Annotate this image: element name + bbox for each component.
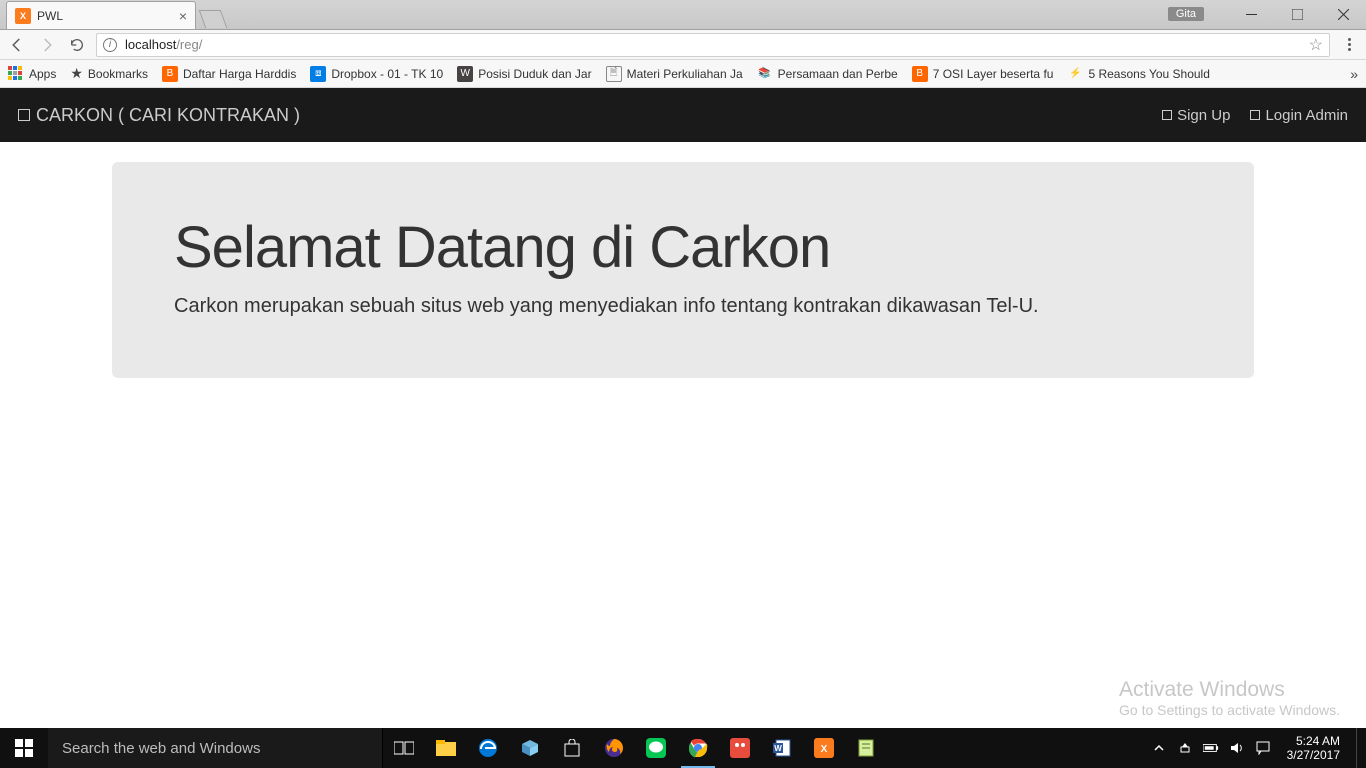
app-icon-cube[interactable] — [509, 728, 551, 768]
login-icon — [1250, 110, 1260, 120]
browser-toolbar: i localhost/reg/ ☆ — [0, 30, 1366, 60]
task-view-button[interactable] — [383, 728, 425, 768]
chrome-menu-button[interactable] — [1338, 38, 1360, 51]
reload-button[interactable] — [66, 34, 88, 56]
apps-icon — [8, 66, 24, 82]
book-icon: 📚 — [757, 66, 773, 82]
hero-subtitle: Carkon merupakan sebuah situs web yang m… — [174, 295, 1192, 318]
close-window-button[interactable] — [1320, 0, 1366, 28]
apps-label: Apps — [29, 67, 56, 81]
brand-icon — [18, 109, 30, 121]
word-icon[interactable]: W — [761, 728, 803, 768]
bookmark-item[interactable]: B Daftar Harga Harddis — [162, 66, 296, 82]
bookmarks-overflow-button[interactable]: » — [1350, 66, 1358, 82]
wordpress-icon: W — [457, 66, 473, 82]
bookmark-item[interactable]: ⧈ Dropbox - 01 - TK 10 — [310, 66, 443, 82]
bookmark-item[interactable]: B 7 OSI Layer beserta fu — [912, 66, 1054, 82]
clock-date: 3/27/2017 — [1287, 748, 1340, 762]
firefox-icon[interactable] — [593, 728, 635, 768]
maximize-button[interactable] — [1274, 0, 1320, 28]
line-icon[interactable] — [635, 728, 677, 768]
bookmark-label: Persamaan dan Perbe — [778, 67, 898, 81]
bookmark-label: Dropbox - 01 - TK 10 — [331, 67, 443, 81]
nav-link-label: Sign Up — [1177, 107, 1230, 124]
address-bar[interactable]: i localhost/reg/ ☆ — [96, 33, 1330, 57]
star-icon: ★ — [70, 65, 83, 82]
notepadpp-icon[interactable] — [845, 728, 887, 768]
svg-text:W: W — [774, 744, 782, 753]
watermark-sub: Go to Settings to activate Windows. — [1119, 702, 1340, 718]
signup-icon — [1162, 110, 1172, 120]
brand-link[interactable]: CARKON ( CARI KONTRAKAN ) — [18, 105, 300, 126]
xampp-icon[interactable]: X — [803, 728, 845, 768]
url-path: /reg/ — [176, 37, 202, 52]
file-explorer-icon[interactable] — [425, 728, 467, 768]
window-controls: Gita — [1168, 0, 1366, 28]
browser-tab[interactable]: PWL × — [6, 1, 196, 29]
minimize-button[interactable] — [1228, 0, 1274, 28]
file-icon: 🗎 — [606, 66, 622, 82]
blogger-icon: B — [912, 66, 928, 82]
close-tab-icon[interactable]: × — [179, 8, 187, 24]
apps-button[interactable]: Apps — [8, 66, 56, 82]
xampp-favicon — [15, 8, 31, 24]
bookmark-label: Materi Perkuliahan Ja — [627, 67, 743, 81]
browser-tab-bar: PWL × Gita — [0, 0, 1366, 30]
bookmark-item[interactable]: ⚡ 5 Reasons You Should — [1067, 66, 1209, 82]
chrome-user-badge[interactable]: Gita — [1168, 7, 1204, 21]
action-center-icon[interactable] — [1255, 740, 1271, 756]
hero-title: Selamat Datang di Carkon — [174, 214, 1192, 281]
search-placeholder: Search the web and Windows — [62, 740, 260, 757]
system-tray: 5:24 AM 3/27/2017 — [1151, 728, 1366, 768]
hero-jumbotron: Selamat Datang di Carkon Carkon merupaka… — [112, 162, 1254, 378]
taskbar-search[interactable]: Search the web and Windows — [48, 728, 383, 768]
bookmark-label: Bookmarks — [88, 67, 148, 81]
watermark-title: Activate Windows — [1119, 678, 1340, 702]
forward-button[interactable] — [36, 34, 58, 56]
dropbox-icon: ⧈ — [310, 66, 326, 82]
taskbar-apps: W X — [383, 728, 887, 768]
windows-taskbar: Search the web and Windows W X 5:24 AM 3… — [0, 728, 1366, 768]
blogger-icon: B — [162, 66, 178, 82]
start-button[interactable] — [0, 728, 48, 768]
site-info-icon[interactable]: i — [103, 38, 117, 52]
taskbar-clock[interactable]: 5:24 AM 3/27/2017 — [1281, 734, 1346, 763]
bookmark-label: 5 Reasons You Should — [1088, 67, 1209, 81]
store-icon[interactable] — [551, 728, 593, 768]
login-admin-link[interactable]: Login Admin — [1250, 107, 1348, 124]
tray-overflow-icon[interactable] — [1151, 740, 1167, 756]
site-navbar: CARKON ( CARI KONTRAKAN ) Sign Up Login … — [0, 88, 1366, 142]
show-desktop-button[interactable] — [1356, 728, 1362, 768]
volume-icon[interactable] — [1229, 740, 1245, 756]
activate-windows-watermark: Activate Windows Go to Settings to activ… — [1119, 678, 1340, 718]
safely-remove-icon[interactable] — [1177, 740, 1193, 756]
chrome-icon[interactable] — [677, 728, 719, 768]
app-icon-red[interactable] — [719, 728, 761, 768]
nav-link-label: Login Admin — [1265, 107, 1348, 124]
tab-title: PWL — [37, 9, 63, 23]
signup-link[interactable]: Sign Up — [1162, 107, 1230, 124]
bolt-icon: ⚡ — [1067, 66, 1083, 82]
new-tab-button[interactable] — [199, 10, 228, 28]
edge-icon[interactable] — [467, 728, 509, 768]
url-host: localhost — [125, 37, 176, 52]
bookmark-star-icon[interactable]: ☆ — [1309, 35, 1323, 55]
bookmark-label: Posisi Duduk dan Jar — [478, 67, 591, 81]
svg-text:X: X — [821, 744, 828, 755]
clock-time: 5:24 AM — [1287, 734, 1340, 748]
bookmarks-bar: Apps ★ Bookmarks B Daftar Harga Harddis ⧈ D… — [0, 60, 1366, 88]
brand-text: CARKON ( CARI KONTRAKAN ) — [36, 105, 300, 126]
bookmark-item[interactable]: 📚 Persamaan dan Perbe — [757, 66, 898, 82]
bookmark-item[interactable]: W Posisi Duduk dan Jar — [457, 66, 591, 82]
battery-icon[interactable] — [1203, 740, 1219, 756]
bookmark-item[interactable]: ★ Bookmarks — [70, 65, 148, 82]
bookmark-label: 7 OSI Layer beserta fu — [933, 67, 1054, 81]
back-button[interactable] — [6, 34, 28, 56]
bookmark-item[interactable]: 🗎 Materi Perkuliahan Ja — [606, 66, 743, 82]
bookmark-label: Daftar Harga Harddis — [183, 67, 296, 81]
